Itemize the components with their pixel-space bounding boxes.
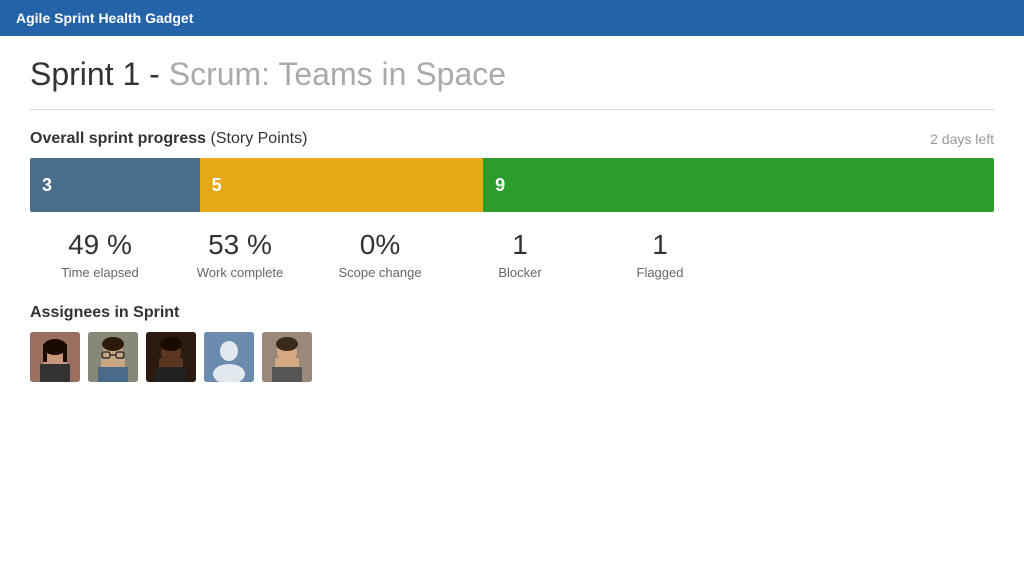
stats-row: 49 % Time elapsed 53 % Work complete 0% … [30,230,994,280]
app-header: Agile Sprint Health Gadget [0,0,1024,36]
stat-time-elapsed-label: Time elapsed [30,265,170,280]
bar-green-value: 9 [495,175,505,196]
days-left: 2 days left [930,131,994,147]
stat-time-elapsed: 49 % Time elapsed [30,230,170,280]
bar-segment-green: 9 [483,158,994,212]
avatar-1[interactable] [30,332,80,382]
progress-label: Overall sprint progress (Story Points) [30,130,307,148]
stat-work-complete-label: Work complete [170,265,310,280]
stat-scope-change: 0% Scope change [310,230,450,280]
bar-blue-value: 3 [42,175,52,196]
stat-time-elapsed-value: 49 % [30,230,170,261]
divider [30,109,994,110]
stat-work-complete: 53 % Work complete [170,230,310,280]
sprint-title: Sprint 1 - Scrum: Teams in Space [30,56,994,93]
avatar-2[interactable] [88,332,138,382]
avatar-5[interactable] [262,332,312,382]
bar-segment-blue: 3 [30,158,200,212]
stat-work-complete-value: 53 % [170,230,310,261]
stat-blocker-value: 1 [450,230,590,261]
avatar-3[interactable] [146,332,196,382]
progress-header: Overall sprint progress (Story Points) 2… [30,130,994,148]
progress-bar: 3 5 9 [30,158,994,212]
assignees-section: Assignees in Sprint [30,304,994,382]
stat-blocker: 1 Blocker [450,230,590,280]
assignees-title: Assignees in Sprint [30,304,994,322]
avatar-4[interactable] [204,332,254,382]
app-title: Agile Sprint Health Gadget [16,10,193,26]
stat-flagged: 1 Flagged [590,230,730,280]
stat-blocker-label: Blocker [450,265,590,280]
stat-scope-change-value: 0% [310,230,450,261]
main-content: Sprint 1 - Scrum: Teams in Space Overall… [0,36,1024,402]
stat-scope-change-label: Scope change [310,265,450,280]
stat-flagged-label: Flagged [590,265,730,280]
bar-yellow-value: 5 [212,175,222,196]
stat-flagged-value: 1 [590,230,730,261]
avatars-list [30,332,994,382]
bar-segment-yellow: 5 [200,158,483,212]
